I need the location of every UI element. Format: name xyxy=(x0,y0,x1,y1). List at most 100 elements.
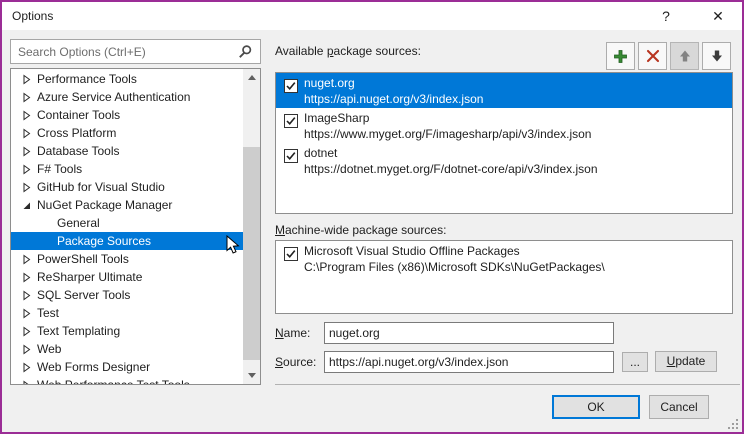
tree-item-label: SQL Server Tools xyxy=(37,288,130,302)
tree-item-label: Web xyxy=(37,342,61,356)
sidebar-item-fsharp-tools[interactable]: F# Tools xyxy=(11,160,243,178)
sidebar-item-text-templating[interactable]: Text Templating xyxy=(11,322,243,340)
expander-collapsed-icon[interactable] xyxy=(20,271,33,284)
mouse-cursor-icon xyxy=(226,235,240,255)
titlebar[interactable]: Options ? ✕ xyxy=(2,2,742,30)
expander-collapsed-icon[interactable] xyxy=(20,145,33,158)
expander-collapsed-icon[interactable] xyxy=(20,127,33,140)
tree-item-label: GitHub for Visual Studio xyxy=(37,180,165,194)
source-name: dotnet xyxy=(304,146,337,160)
help-button[interactable]: ? xyxy=(646,2,686,30)
sidebar-item-nuget-package-manager[interactable]: NuGet Package Manager xyxy=(11,196,243,214)
ok-button[interactable]: OK xyxy=(552,395,640,419)
add-source-button[interactable] xyxy=(606,42,635,70)
available-sources-label: Available package sources: xyxy=(275,44,421,58)
sidebar-item-database-tools[interactable]: Database Tools xyxy=(11,142,243,160)
sidebar-item-web-forms-designer[interactable]: Web Forms Designer xyxy=(11,358,243,376)
machine-wide-sources-list: Microsoft Visual Studio Offline Packages… xyxy=(275,240,733,314)
source-name: nuget.org xyxy=(304,76,355,90)
scrollbar-thumb[interactable] xyxy=(243,147,260,360)
sidebar-item-github-for-visual-studio[interactable]: GitHub for Visual Studio xyxy=(11,178,243,196)
tree-scrollbar[interactable] xyxy=(243,69,260,384)
resize-grip-icon[interactable] xyxy=(727,418,739,430)
close-button[interactable]: ✕ xyxy=(698,2,738,30)
window-title: Options xyxy=(12,2,53,30)
tree-item-label: Web Forms Designer xyxy=(37,360,150,374)
tree-item-label: Web Performance Test Tools xyxy=(37,378,190,385)
sidebar-item-sql-server-tools[interactable]: SQL Server Tools xyxy=(11,286,243,304)
expander-collapsed-icon[interactable] xyxy=(20,181,33,194)
expander-collapsed-icon[interactable] xyxy=(20,361,33,374)
update-button[interactable]: Update xyxy=(655,351,717,372)
checkbox-checked[interactable] xyxy=(284,149,298,163)
cancel-button[interactable]: Cancel xyxy=(649,395,709,419)
source-url: https://dotnet.myget.org/F/dotnet-core/a… xyxy=(304,162,598,176)
sidebar-item-performance-tools[interactable]: Performance Tools xyxy=(11,70,243,88)
expander-collapsed-icon[interactable] xyxy=(20,91,33,104)
sidebar-item-powershell-tools[interactable]: PowerShell Tools xyxy=(11,250,243,268)
machine-wide-sources-label: Machine-wide package sources: xyxy=(275,223,446,237)
expander-collapsed-icon[interactable] xyxy=(20,325,33,338)
expander-collapsed-icon[interactable] xyxy=(20,343,33,356)
source-row-vs-offline-packages[interactable]: Microsoft Visual Studio Offline Packages… xyxy=(276,241,732,276)
sidebar-item-web-performance-test-tools[interactable]: Web Performance Test Tools xyxy=(11,376,243,385)
checkbox-checked[interactable] xyxy=(284,247,298,261)
options-dialog: Options ? ✕ Performance Tools Azure Serv… xyxy=(0,0,744,434)
tree-item-label: Performance Tools xyxy=(37,72,137,86)
tree-item-label: F# Tools xyxy=(37,162,82,176)
arrow-down-icon xyxy=(709,48,725,64)
source-name: ImageSharp xyxy=(304,111,369,125)
search-icon[interactable] xyxy=(238,44,253,59)
browse-button[interactable]: ... xyxy=(622,352,648,372)
footer-separator xyxy=(275,384,740,385)
tree-item-label: PowerShell Tools xyxy=(37,252,129,266)
sidebar-item-test[interactable]: Test xyxy=(11,304,243,322)
expander-collapsed-icon[interactable] xyxy=(20,163,33,176)
expander-collapsed-icon[interactable] xyxy=(20,253,33,266)
expander-collapsed-icon[interactable] xyxy=(20,73,33,86)
close-icon: ✕ xyxy=(712,8,724,24)
scroll-up-icon[interactable] xyxy=(243,69,260,86)
name-field[interactable] xyxy=(324,322,614,344)
tree-items: Performance Tools Azure Service Authenti… xyxy=(11,70,243,385)
expander-collapsed-icon[interactable] xyxy=(20,307,33,320)
sidebar-item-container-tools[interactable]: Container Tools xyxy=(11,106,243,124)
source-row-imagesharp[interactable]: ImageSharp https://www.myget.org/F/image… xyxy=(276,108,732,143)
name-label: Name: xyxy=(275,326,310,340)
source-field[interactable] xyxy=(324,351,614,373)
search-input[interactable] xyxy=(11,40,237,63)
expander-collapsed-icon[interactable] xyxy=(20,379,33,386)
tree-item-label: Text Templating xyxy=(37,324,120,338)
source-label: Source: xyxy=(275,355,316,369)
remove-source-button[interactable] xyxy=(638,42,667,70)
checkbox-checked[interactable] xyxy=(284,79,298,93)
sidebar-item-azure-service-authentication[interactable]: Azure Service Authentication xyxy=(11,88,243,106)
help-icon: ? xyxy=(662,8,670,24)
tree-item-label: General xyxy=(57,216,100,230)
scroll-down-icon[interactable] xyxy=(243,367,260,384)
move-down-button[interactable] xyxy=(702,42,731,70)
sidebar-item-web[interactable]: Web xyxy=(11,340,243,358)
tree-item-label: Test xyxy=(37,306,59,320)
sidebar-item-resharper-ultimate[interactable]: ReSharper Ultimate xyxy=(11,268,243,286)
sidebar-item-cross-platform[interactable]: Cross Platform xyxy=(11,124,243,142)
source-url: https://api.nuget.org/v3/index.json xyxy=(304,92,483,106)
sidebar-item-package-sources[interactable]: Package Sources xyxy=(11,232,243,250)
search-box xyxy=(10,39,261,64)
sidebar-item-general[interactable]: General xyxy=(11,214,243,232)
source-row-dotnet[interactable]: dotnet https://dotnet.myget.org/F/dotnet… xyxy=(276,143,732,178)
expander-collapsed-icon[interactable] xyxy=(20,289,33,302)
source-row-nuget-org[interactable]: nuget.org https://api.nuget.org/v3/index… xyxy=(276,73,732,108)
checkbox-checked[interactable] xyxy=(284,114,298,128)
delete-icon xyxy=(645,48,661,64)
options-tree: Performance Tools Azure Service Authenti… xyxy=(10,68,261,385)
expander-collapsed-icon[interactable] xyxy=(20,109,33,122)
source-url: https://www.myget.org/F/imagesharp/api/v… xyxy=(304,127,591,141)
tree-item-label: Database Tools xyxy=(37,144,120,158)
expander-expanded-icon[interactable] xyxy=(20,199,33,212)
tree-item-label: Package Sources xyxy=(57,234,151,248)
tree-item-label: Container Tools xyxy=(37,108,120,122)
move-up-button[interactable] xyxy=(670,42,699,70)
tree-item-label: Azure Service Authentication xyxy=(37,90,190,104)
tree-item-label: ReSharper Ultimate xyxy=(37,270,142,284)
